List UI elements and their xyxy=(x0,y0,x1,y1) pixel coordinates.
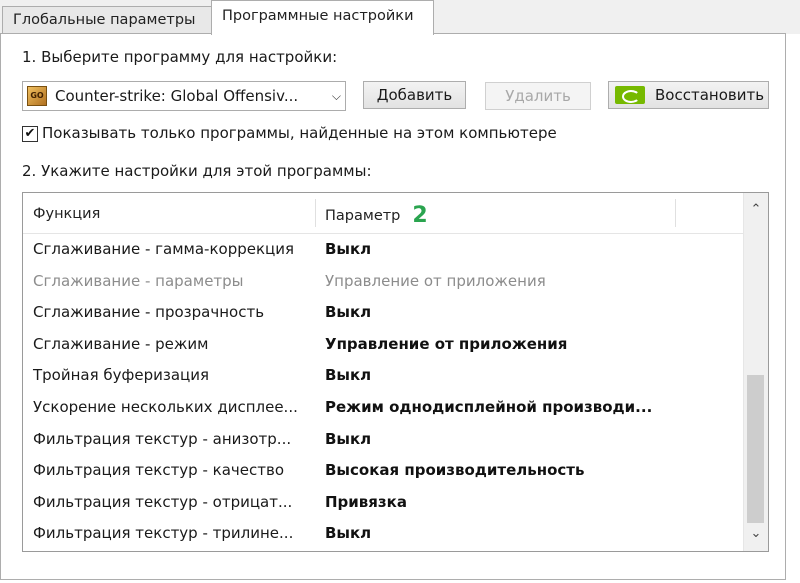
table-row[interactable]: Фильтрация текстур - отрицат... Привязка xyxy=(23,487,743,519)
table-row[interactable]: Сглаживание - режим Управление от прилож… xyxy=(23,329,743,361)
row-function: Фильтрация текстур - анизотр... xyxy=(33,429,292,448)
row-function: Тройная буферизация xyxy=(33,366,210,385)
column-header-function[interactable]: Функция xyxy=(33,193,100,233)
settings-rows: Сглаживание - гамма-коррекция Выкл Сглаж… xyxy=(23,234,743,550)
step1-label: 1. Выберите программу для настройки: xyxy=(22,48,338,66)
row-function: Сглаживание - прозрачность xyxy=(33,303,265,322)
column-header-parameter[interactable]: Параметр 2 xyxy=(325,193,428,233)
scroll-down-icon[interactable]: ⌄ xyxy=(744,523,768,545)
show-installed-only-checkbox[interactable]: ✔ xyxy=(22,126,38,142)
tab-strip: Глобальные параметры Программные настрой… xyxy=(0,0,800,35)
table-row[interactable]: Сглаживание - прозрачность Выкл xyxy=(23,297,743,329)
list-header: Функция Параметр 2 xyxy=(23,193,743,234)
row-function: Сглаживание - режим xyxy=(33,334,209,353)
row-value[interactable]: Режим однодисплейной производи... xyxy=(325,392,652,423)
tab-global-settings[interactable]: Глобальные параметры xyxy=(2,6,213,33)
scroll-up-icon[interactable]: ⌃ xyxy=(744,199,768,221)
show-installed-only-label: Показывать только программы, найденные н… xyxy=(42,124,557,142)
row-function: Фильтрация текстур - качество xyxy=(33,461,284,480)
row-value[interactable]: Привязка xyxy=(325,487,407,518)
table-row[interactable]: Тройная буферизация Выкл xyxy=(23,360,743,392)
tab-program-settings[interactable]: Программные настройки xyxy=(211,0,434,35)
vertical-scrollbar[interactable]: ⌃ ⌄ xyxy=(743,193,768,551)
nvidia-logo-icon xyxy=(615,86,645,104)
row-function: Фильтрация текстур - отрицат... xyxy=(33,492,293,511)
row-function: Фильтрация текстур - трилине... xyxy=(33,524,294,543)
remove-button[interactable]: Удалить xyxy=(485,82,591,110)
chevron-down-icon[interactable]: ⌵ xyxy=(332,82,341,110)
step-number-badge: 2 xyxy=(412,203,428,228)
row-value[interactable]: Выкл xyxy=(325,424,371,455)
csgo-app-icon: GO xyxy=(27,86,47,106)
column-header-parameter-label: Параметр xyxy=(325,208,401,224)
row-value[interactable]: Высокая производительность xyxy=(325,455,584,486)
program-select[interactable]: GO Counter-strike: Global Offensiv... ⌵ xyxy=(22,81,346,111)
table-row[interactable]: Фильтрация текстур - трилине... Выкл xyxy=(23,518,743,550)
row-value[interactable]: Управление от приложения xyxy=(325,329,567,360)
row-value: Управление от приложения xyxy=(325,271,546,290)
settings-list: Функция Параметр 2 Сглаживание - гамма-ко… xyxy=(22,192,769,552)
column-divider[interactable] xyxy=(675,199,676,227)
table-row[interactable]: Сглаживание - параметры Управление от пр… xyxy=(23,266,743,298)
row-function: Сглаживание - параметры xyxy=(33,271,244,290)
row-value[interactable]: Выкл xyxy=(325,234,371,265)
restore-button[interactable]: Восстановить xyxy=(608,81,769,109)
step2-label: 2. Укажите настройки для этой программы: xyxy=(22,162,372,180)
row-function: Сглаживание - гамма-коррекция xyxy=(33,240,295,258)
add-button[interactable]: Добавить xyxy=(363,81,466,109)
row-value[interactable]: Выкл xyxy=(325,297,371,328)
scroll-thumb[interactable] xyxy=(747,375,764,523)
program-select-value: Counter-strike: Global Offensiv... xyxy=(55,87,299,105)
column-divider[interactable] xyxy=(315,199,316,227)
table-row[interactable]: Фильтрация текстур - качество Высокая пр… xyxy=(23,455,743,487)
row-function: Ускорение нескольких дисплее... xyxy=(33,397,298,416)
table-row[interactable]: Ускорение нескольких дисплее... Режим од… xyxy=(23,392,743,424)
table-row[interactable]: Фильтрация текстур - анизотр... Выкл xyxy=(23,424,743,456)
table-row[interactable]: Сглаживание - гамма-коррекция Выкл xyxy=(23,234,743,266)
row-value[interactable]: Выкл xyxy=(325,360,371,391)
restore-button-label: Восстановить xyxy=(655,86,765,104)
row-value[interactable]: Выкл xyxy=(325,518,371,549)
